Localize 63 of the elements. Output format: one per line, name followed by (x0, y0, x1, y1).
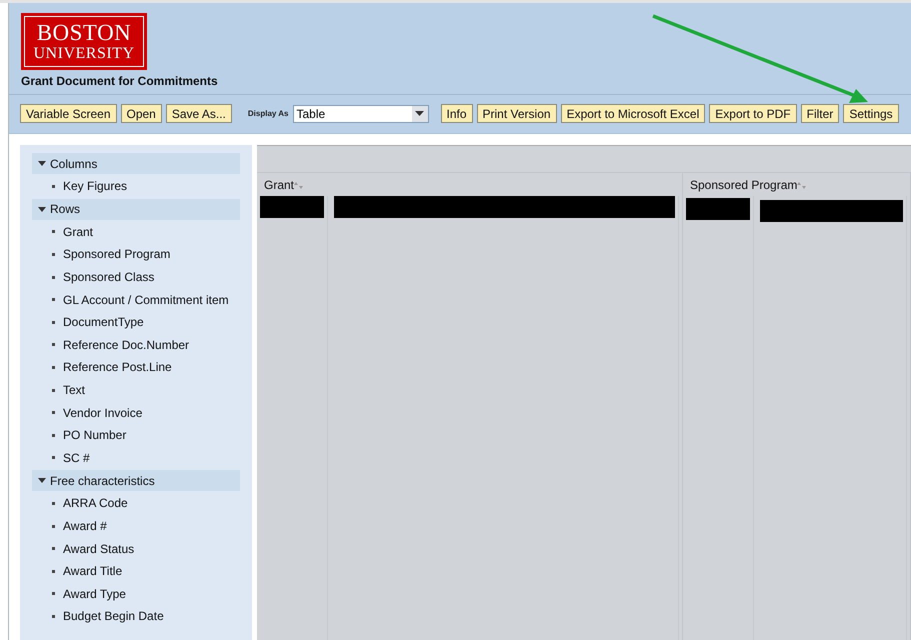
page-title: Grant Document for Commitments (21, 74, 219, 88)
nav-item[interactable]: PO Number (63, 428, 126, 442)
toolbar-button[interactable]: Filter (800, 104, 840, 123)
bullet-icon (52, 252, 55, 256)
nav-item[interactable]: Sponsored Class (63, 270, 154, 284)
display-as-label: Display As (248, 109, 288, 118)
sort-icon[interactable] (294, 182, 304, 189)
dropdown-caret-icon (415, 111, 424, 116)
toolbar-button[interactable]: Open (120, 104, 162, 123)
nav-item[interactable]: Award # (63, 519, 107, 534)
bullet-icon (52, 456, 55, 460)
nav-item[interactable]: Key Figures (63, 179, 128, 194)
bullet-icon (52, 276, 55, 279)
bullet-icon (52, 502, 55, 505)
bullet-icon (52, 320, 55, 324)
nav-item[interactable]: Vendor Invoice (63, 406, 142, 420)
nav-section-header[interactable]: Rows (32, 198, 240, 220)
nav-item[interactable]: Budget Begin Date (63, 609, 164, 624)
nav-item[interactable]: Award Title (63, 564, 122, 578)
toolbar-button[interactable]: Export to PDF (709, 104, 797, 123)
nav-item[interactable]: ARRA Code (63, 496, 128, 510)
bullet-icon (52, 524, 55, 528)
bullet-icon (52, 411, 55, 414)
toolbar-button[interactable]: Variable Screen (20, 104, 116, 123)
nav-item[interactable]: DocumentType (63, 315, 144, 330)
toolbar-button[interactable]: Save As... (166, 104, 232, 123)
nav-section-header[interactable]: Columns (32, 153, 240, 174)
nav-item[interactable]: Award Type (63, 586, 126, 601)
logo-text: BOSTON (36, 21, 132, 45)
nav-item[interactable]: Grant (63, 224, 94, 239)
bullet-icon (52, 592, 55, 596)
bullet-icon (52, 614, 55, 618)
bullet-icon (52, 366, 55, 369)
bullet-icon (52, 388, 55, 392)
sort-icon[interactable] (797, 182, 806, 189)
redaction-bar (686, 198, 750, 220)
toolbar-button[interactable]: Settings (843, 104, 899, 123)
bullet-icon (52, 434, 55, 437)
toolbar-button[interactable]: Info (440, 104, 473, 123)
toolbar-button[interactable]: Print Version (476, 104, 557, 123)
nav-item[interactable]: Award Status (63, 542, 134, 556)
expanded-triangle-icon (38, 206, 46, 212)
logo-text: UNIVERSITY (34, 45, 134, 63)
nav-item[interactable]: Reference Doc.Number (63, 338, 190, 352)
nav-section-header[interactable]: Free characteristics (32, 470, 240, 492)
bullet-icon (52, 570, 55, 573)
nav-item[interactable]: Sponsored Program (63, 247, 170, 262)
bullet-icon (52, 298, 55, 302)
bullet-icon (52, 547, 55, 550)
nav-item[interactable]: GL Account / Commitment item (63, 292, 229, 307)
bullet-icon (52, 184, 55, 188)
expanded-triangle-icon (38, 478, 46, 484)
bullet-icon (52, 343, 55, 346)
nav-item[interactable]: Reference Post.Line (63, 360, 172, 374)
redaction-bar (260, 196, 324, 218)
column-header[interactable]: Sponsored Program (690, 178, 798, 192)
nav-item[interactable]: SC # (63, 450, 90, 465)
nav-item[interactable]: Text (63, 383, 86, 398)
bullet-icon (52, 230, 55, 234)
toolbar-button[interactable]: Export to Microsoft Excel (560, 104, 706, 123)
column-header[interactable]: Grant (264, 178, 294, 192)
display-as-dropdown[interactable]: Table (292, 104, 428, 122)
expanded-triangle-icon (38, 161, 46, 166)
